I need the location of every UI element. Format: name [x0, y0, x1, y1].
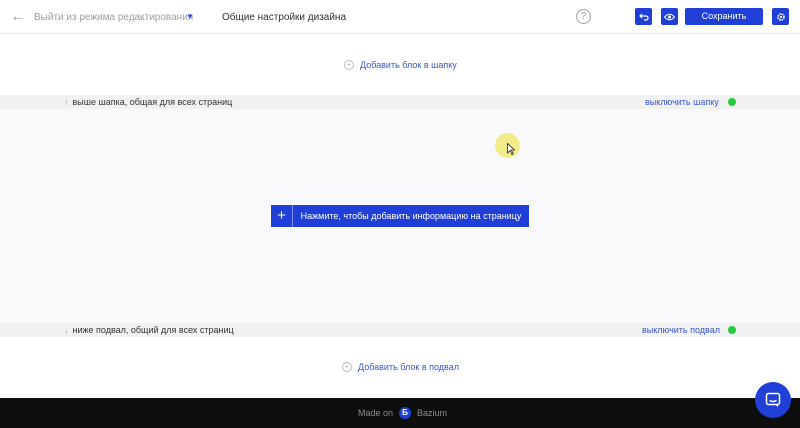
gear-icon	[776, 12, 785, 21]
add-footer-block-button[interactable]: + Добавить блок в подвал	[342, 362, 459, 372]
add-footer-block-label: Добавить блок в подвал	[358, 362, 459, 372]
exit-edit-mode-label: Выйти из режима редактирования	[34, 11, 194, 23]
add-header-block-label: Добавить блок в шапку	[360, 60, 457, 70]
arrow-down-icon: ↓	[64, 325, 69, 335]
footer-boundary-text: ниже подвал, общий для всех страниц	[72, 325, 234, 335]
made-on-text: Made on	[358, 408, 394, 418]
site-footer: Made on Б Bazium	[0, 398, 800, 428]
design-settings-title[interactable]: Общие настройки дизайна	[222, 12, 346, 23]
chat-icon	[765, 392, 781, 407]
disable-footer-link[interactable]: выключить подвал	[642, 325, 720, 335]
undo-icon	[638, 13, 649, 21]
brand-name: Bazium	[417, 408, 448, 418]
exit-edit-mode-button[interactable]: ← Выйти из режима редактирования ▼	[10, 8, 194, 25]
header-status-indicator[interactable]	[728, 98, 736, 106]
header-boundary-note: ↑ выше шапка, общая для всех страниц	[64, 97, 232, 107]
eye-icon	[664, 13, 675, 20]
preview-button[interactable]	[661, 8, 678, 25]
undo-button[interactable]	[635, 8, 652, 25]
plus-circle-icon: +	[344, 60, 354, 70]
footer-boundary-band: ↓ ниже подвал, общий для всех страниц вы…	[0, 323, 800, 337]
arrow-up-icon: ↑	[64, 97, 69, 107]
disable-header-link[interactable]: выключить шапку	[645, 97, 719, 107]
header-boundary-text: выше шапка, общая для всех страниц	[72, 97, 233, 107]
plus-circle-icon: +	[342, 362, 352, 372]
header-boundary-band: ↑ выше шапка, общая для всех страниц вык…	[0, 95, 800, 109]
footer-status-indicator[interactable]	[728, 326, 736, 334]
bazium-logo-icon: Б	[399, 407, 412, 419]
chat-widget-button[interactable]	[755, 382, 791, 418]
add-page-info-label: Нажмите, чтобы добавить информацию на ст…	[300, 211, 522, 221]
made-on-credit[interactable]: Made on Б Bazium	[358, 407, 447, 419]
settings-button[interactable]	[772, 8, 789, 25]
top-toolbar: ← Выйти из режима редактирования ▼ Общие…	[0, 0, 800, 34]
add-page-info-button[interactable]: + Нажмите, чтобы добавить информацию на …	[271, 205, 529, 227]
save-button[interactable]: Сохранить	[685, 8, 763, 25]
caret-down-icon[interactable]: ▼	[186, 12, 194, 21]
mouse-pointer-icon	[507, 143, 515, 155]
help-icon[interactable]: ?	[576, 9, 591, 24]
arrow-left-icon: ←	[10, 8, 26, 25]
footer-boundary-note: ↓ ниже подвал, общий для всех страниц	[64, 325, 234, 335]
plus-icon: +	[271, 205, 293, 227]
add-header-block-button[interactable]: + Добавить блок в шапку	[344, 60, 457, 70]
